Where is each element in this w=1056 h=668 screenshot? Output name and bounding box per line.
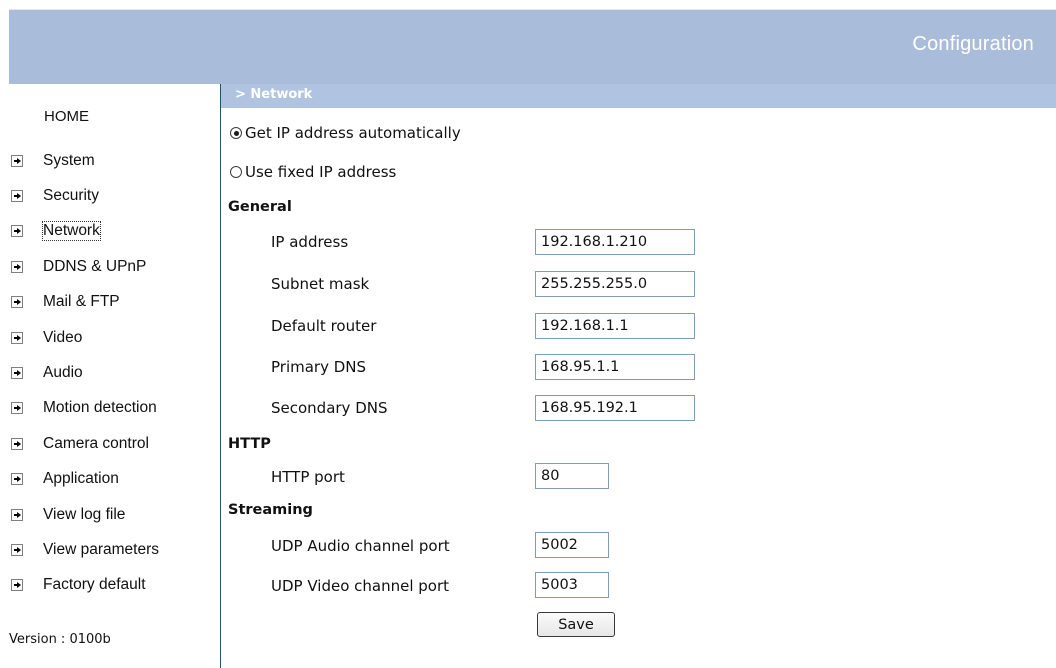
sidebar-item-application[interactable]: Application [11,462,216,497]
secondary-dns-input[interactable] [535,395,695,421]
section-header: > Network [221,84,1056,108]
sidebar-item-label: Camera control [43,434,149,452]
radio-button[interactable] [230,166,242,178]
sidebar-divider [220,84,221,668]
header-banner: Configuration [9,10,1056,84]
arrow-right-icon [11,225,23,238]
primary-dns-label: Primary DNS [271,358,367,376]
default-router-input[interactable] [535,313,695,339]
default-router-label: Default router [271,317,377,335]
sidebar-item-factory-default[interactable]: Factory default [11,568,216,603]
primary-dns-input[interactable] [535,354,695,380]
version-label: Version : 0100b [9,632,111,647]
http-port-label: HTTP port [271,468,345,486]
general-heading: General [228,199,292,215]
sidebar-item-system[interactable]: System [11,143,216,178]
sidebar-item-label: View parameters [43,540,160,558]
section-title: > Network [235,87,313,102]
arrow-right-icon [11,579,23,592]
secondary-dns-label: Secondary DNS [271,399,388,417]
arrow-right-icon [11,473,23,486]
subnet-mask-input[interactable] [535,271,695,297]
streaming-heading: Streaming [228,502,313,518]
sidebar-menu: System Security Network DDNS & UPnP Mail… [11,143,216,603]
sidebar-item-audio[interactable]: Audio [11,355,216,390]
sidebar-item-view-parameters[interactable]: View parameters [11,532,216,567]
arrow-right-icon [11,402,23,415]
sidebar-item-label: Application [43,470,119,488]
arrow-right-icon [11,331,23,344]
radio-get-ip-automatically[interactable]: Get IP address automatically [230,124,461,142]
radio-use-fixed-ip[interactable]: Use fixed IP address [230,163,396,181]
sidebar-item-camera-control[interactable]: Camera control [11,426,216,461]
udp-audio-port-input[interactable] [535,532,609,558]
http-heading: HTTP [228,436,271,452]
ip-address-label: IP address [271,233,349,251]
sidebar-item-label: Video [43,328,83,346]
radio-label: Get IP address automatically [245,124,461,142]
sidebar-item-home[interactable]: HOME [44,108,89,125]
sidebar-item-label: Motion detection [43,399,157,417]
ip-address-input[interactable] [535,229,695,255]
arrow-right-icon [11,190,23,203]
sidebar-item-label: Security [43,187,99,205]
sidebar-item-motion-detection[interactable]: Motion detection [11,391,216,426]
arrow-right-icon [11,260,23,273]
sidebar-item-ddns-upnp[interactable]: DDNS & UPnP [11,249,216,284]
page-title: Configuration [912,33,1034,55]
sidebar-item-label: View log file [43,505,126,523]
sidebar-item-security[interactable]: Security [11,178,216,213]
sidebar-item-label: Factory default [43,576,146,594]
subnet-mask-label: Subnet mask [271,275,370,293]
arrow-right-icon [11,543,23,556]
arrow-right-icon [11,437,23,450]
sidebar-item-label: Mail & FTP [43,293,120,311]
arrow-right-icon [11,296,23,309]
radio-button-checked[interactable] [230,127,242,139]
http-port-input[interactable] [535,463,609,489]
udp-video-port-input[interactable] [535,572,609,598]
radio-label: Use fixed IP address [245,163,397,181]
sidebar-item-video[interactable]: Video [11,320,216,355]
sidebar-item-view-log-file[interactable]: View log file [11,497,216,532]
sidebar-item-label: Audio [43,364,83,382]
arrow-right-icon [11,508,23,521]
arrow-right-icon [11,154,23,167]
udp-video-port-label: UDP Video channel port [271,577,450,595]
arrow-right-icon [11,367,23,380]
sidebar-item-label: DDNS & UPnP [43,257,147,275]
sidebar-item-mail-ftp[interactable]: Mail & FTP [11,285,216,320]
save-button[interactable]: Save [537,612,615,637]
udp-audio-port-label: UDP Audio channel port [271,537,450,555]
sidebar-item-label: System [43,151,95,169]
sidebar-item-network[interactable]: Network [11,214,216,249]
sidebar-item-label: Network [42,221,101,242]
